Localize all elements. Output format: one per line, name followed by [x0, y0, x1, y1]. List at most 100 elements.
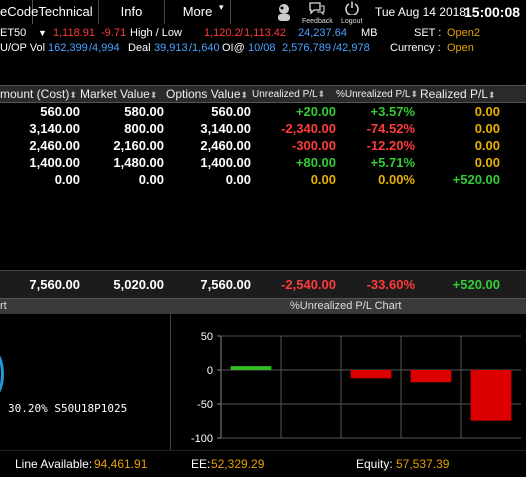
table-row[interactable]: 560.00 580.00 560.00 +20.00 +3.57% 0.00: [0, 103, 526, 120]
sort-icon: ⬍: [69, 90, 77, 100]
volume-row: U/OP Vol 162,399 /4,994 Deal 39,913 /1,6…: [0, 41, 526, 57]
table-row[interactable]: 1,400.00 1,480.00 1,400.00 +80.00 +5.71%…: [0, 154, 526, 171]
cell-options: 3,140.00: [200, 121, 251, 136]
cell-market: 1,480.00: [113, 155, 164, 170]
y-tick-label: 50: [201, 331, 213, 343]
trade-value: 24,237.64: [298, 27, 347, 39]
sort-icon: ⬍: [317, 89, 326, 99]
col-market-value[interactable]: Market Value⬍: [80, 87, 157, 101]
chevron-down-icon: ▾: [219, 2, 224, 12]
sort-icon: ⬍: [240, 90, 249, 100]
cell-realized: 0.00: [474, 104, 500, 119]
cell-realized: 0.00: [474, 155, 500, 170]
volume-op: /4,994: [89, 42, 120, 54]
cell-options: 560.00: [211, 104, 251, 119]
col-realized-label: Realized P/L: [420, 87, 489, 101]
volume-up: 162,399: [48, 42, 88, 54]
feedback-label: Feedback: [302, 18, 333, 25]
cell-amount: 0.00: [54, 172, 80, 187]
total-unrealized: -2,540.00: [281, 277, 336, 292]
total-amount: 7,560.00: [29, 277, 80, 292]
col-market-label: Market Value: [80, 87, 150, 101]
table-row[interactable]: 0.00 0.00 0.00 0.00 0.00% +520.00: [0, 171, 526, 188]
cell-realized: 0.00: [474, 121, 500, 136]
y-tick-label: -100: [191, 433, 213, 445]
cell-market: 800.00: [124, 121, 164, 136]
symbol-label[interactable]: ET50: [0, 27, 26, 39]
cell-market: 2,160.00: [113, 138, 164, 153]
line-available-value: 94,461.91: [94, 457, 148, 471]
price-change: -9.71: [101, 27, 127, 39]
col-unrealized-pl[interactable]: Unrealized P/L⬍: [252, 89, 325, 100]
col-options-value[interactable]: Options Value⬍: [166, 87, 248, 101]
equity-label: Equity:: [356, 457, 393, 471]
high-low-label: High / Low: [130, 27, 182, 39]
sort-icon: ⬍: [410, 89, 419, 99]
low-divider: /: [240, 27, 244, 39]
cell-pct: +5.71%: [370, 155, 415, 170]
cell-market: 580.00: [124, 104, 164, 119]
cell-unrealized: -2,340.00: [281, 121, 336, 136]
set-status: Open2: [447, 27, 481, 39]
cell-realized: +520.00: [452, 172, 500, 187]
cell-unrealized: +80.00: [295, 155, 336, 170]
date-display: Tue Aug 14 2018: [375, 5, 466, 19]
deal-label: Deal: [128, 42, 151, 54]
total-pct: -33.60%: [366, 277, 415, 292]
deal-b: /1,640: [189, 42, 220, 54]
bar: [230, 366, 272, 370]
total-market: 5,020.00: [113, 277, 164, 292]
top-nav: eCode Technical Info More ▾ Feedback Log…: [0, 0, 526, 26]
code-tab[interactable]: eCode: [0, 0, 38, 24]
pie-chart-panel: [0, 314, 170, 450]
cell-market: 0.00: [138, 172, 164, 187]
portfolio-table-header: mount (Cost)⬍ Market Value⬍ Options Valu…: [0, 85, 526, 103]
tab-technical[interactable]: Technical: [33, 0, 99, 24]
high-value: 1,120.2: [204, 27, 241, 39]
bar: [410, 370, 452, 383]
col-unrealized-label: Unrealized P/L: [252, 89, 318, 100]
bar: [350, 370, 392, 379]
cell-amount: 1,400.00: [29, 155, 80, 170]
right-chart-title: %Unrealized P/L Chart: [290, 300, 402, 312]
feedback-button[interactable]: Feedback: [302, 1, 333, 26]
unrealized-pl-bar-chart: 50 0 -50 -100: [191, 331, 521, 445]
cell-amount: 2,460.00: [29, 138, 80, 153]
cell-unrealized: 0.00: [310, 172, 336, 187]
pie-legend-label: 30.20% S50U18P1025: [8, 402, 128, 415]
y-tick-label: -50: [197, 399, 213, 411]
deal-a: 39,913: [154, 42, 188, 54]
col-amount-label: mount (Cost): [0, 87, 70, 101]
volume-label: U/OP Vol: [0, 42, 46, 54]
cell-pct: -12.20%: [366, 138, 415, 153]
cell-unrealized: -300.00: [291, 138, 336, 153]
ticker-row: ET50 ▼ 1,118.91 -9.71 High / Low 1,120.2…: [0, 26, 526, 42]
oi-b: /42,978: [333, 42, 370, 54]
chat-bubble-icon: [309, 2, 325, 16]
totals-row: 7,560.00 5,020.00 7,560.00 -2,540.00 -33…: [0, 270, 526, 298]
cell-options: 1,400.00: [200, 155, 251, 170]
table-row[interactable]: 2,460.00 2,160.00 2,460.00 -300.00 -12.2…: [0, 137, 526, 154]
cell-amount: 560.00: [40, 104, 80, 119]
cell-realized: 0.00: [474, 138, 500, 153]
col-amount-cost[interactable]: mount (Cost)⬍: [0, 87, 77, 101]
symbol-dropdown-icon[interactable]: ▼: [38, 28, 47, 38]
col-realized-pl[interactable]: Realized P/L⬍: [420, 87, 496, 101]
table-row[interactable]: 3,140.00 800.00 3,140.00 -2,340.00 -74.5…: [0, 120, 526, 137]
bar: [470, 370, 512, 421]
tab-info[interactable]: Info: [99, 0, 165, 24]
chart-header: rt %Unrealized P/L Chart: [0, 298, 526, 314]
portfolio-table-body: 560.00 580.00 560.00 +20.00 +3.57% 0.00 …: [0, 103, 526, 269]
col-pct-label: %Unrealized P/L: [336, 89, 411, 100]
low-value: 1,113.42: [244, 27, 287, 39]
y-tick-label: 0: [207, 365, 213, 377]
oi-date: 10/08: [248, 42, 276, 54]
equity-value: 57,537.39: [396, 457, 450, 471]
cell-amount: 3,140.00: [29, 121, 80, 136]
col-pct-unrealized-pl[interactable]: %Unrealized P/L⬍: [336, 89, 418, 100]
user-profile-icon[interactable]: [274, 2, 294, 25]
total-options: 7,560.00: [200, 277, 251, 292]
sort-icon: ⬍: [488, 90, 496, 100]
currency-label: Currency :: [390, 42, 441, 54]
logout-button[interactable]: Logout: [341, 1, 362, 26]
